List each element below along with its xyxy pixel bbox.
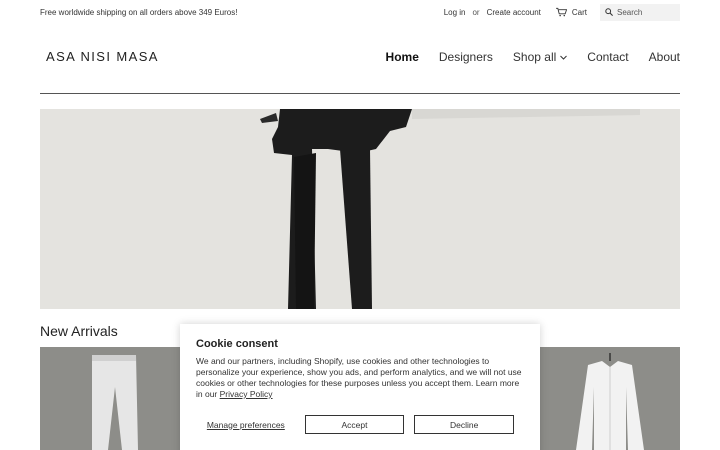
cookie-text: We and our partners, including Shopify, … — [196, 356, 524, 400]
create-account-link[interactable]: Create account — [487, 8, 541, 17]
hero-banner — [40, 109, 680, 309]
search-input[interactable]: Search — [600, 3, 680, 21]
nav-about[interactable]: About — [649, 50, 680, 64]
product-card-shirt[interactable] — [540, 347, 680, 450]
accept-button[interactable]: Accept — [304, 415, 405, 434]
nav-shop-all-label: Shop all — [512, 50, 557, 64]
main-nav: Home Designers Shop all Contact About — [386, 50, 680, 64]
account-links: Log in or Create account Cart Search — [444, 3, 680, 21]
cart-label: Cart — [571, 7, 587, 17]
privacy-policy-link[interactable]: Privacy Policy — [220, 389, 273, 399]
manage-preferences-link[interactable]: Manage preferences — [196, 420, 296, 430]
or-label: or — [472, 7, 480, 17]
cart-link[interactable]: Cart — [555, 7, 587, 17]
cookie-actions: Manage preferences Accept Decline — [196, 415, 514, 434]
nav-home[interactable]: Home — [386, 50, 419, 64]
decline-button[interactable]: Decline — [414, 415, 514, 434]
nav-shop-all[interactable]: Shop all — [512, 50, 568, 64]
new-arrivals-title: New Arrivals — [40, 323, 118, 339]
trousers-image — [40, 347, 180, 450]
login-link[interactable]: Log in — [444, 8, 466, 17]
site-logo[interactable]: ASA NISI MASA — [46, 49, 159, 64]
header-divider — [40, 93, 680, 94]
chevron-down-icon — [560, 55, 568, 60]
search-icon — [605, 8, 613, 16]
search-placeholder: Search — [617, 7, 643, 17]
page: Free worldwide shipping on all orders ab… — [0, 0, 720, 450]
cookie-title: Cookie consent — [196, 338, 278, 350]
announcement-bar: Free worldwide shipping on all orders ab… — [40, 0, 680, 24]
cookie-consent-dialog: Cookie consent We and our partners, incl… — [180, 324, 540, 450]
shipping-announcement: Free worldwide shipping on all orders ab… — [40, 7, 238, 17]
cart-icon — [555, 7, 567, 17]
hero-artwork — [40, 109, 680, 309]
nav-designers[interactable]: Designers — [439, 50, 493, 64]
product-card-trousers[interactable] — [40, 347, 180, 450]
shirt-image — [540, 347, 680, 450]
nav-contact[interactable]: Contact — [587, 50, 628, 64]
